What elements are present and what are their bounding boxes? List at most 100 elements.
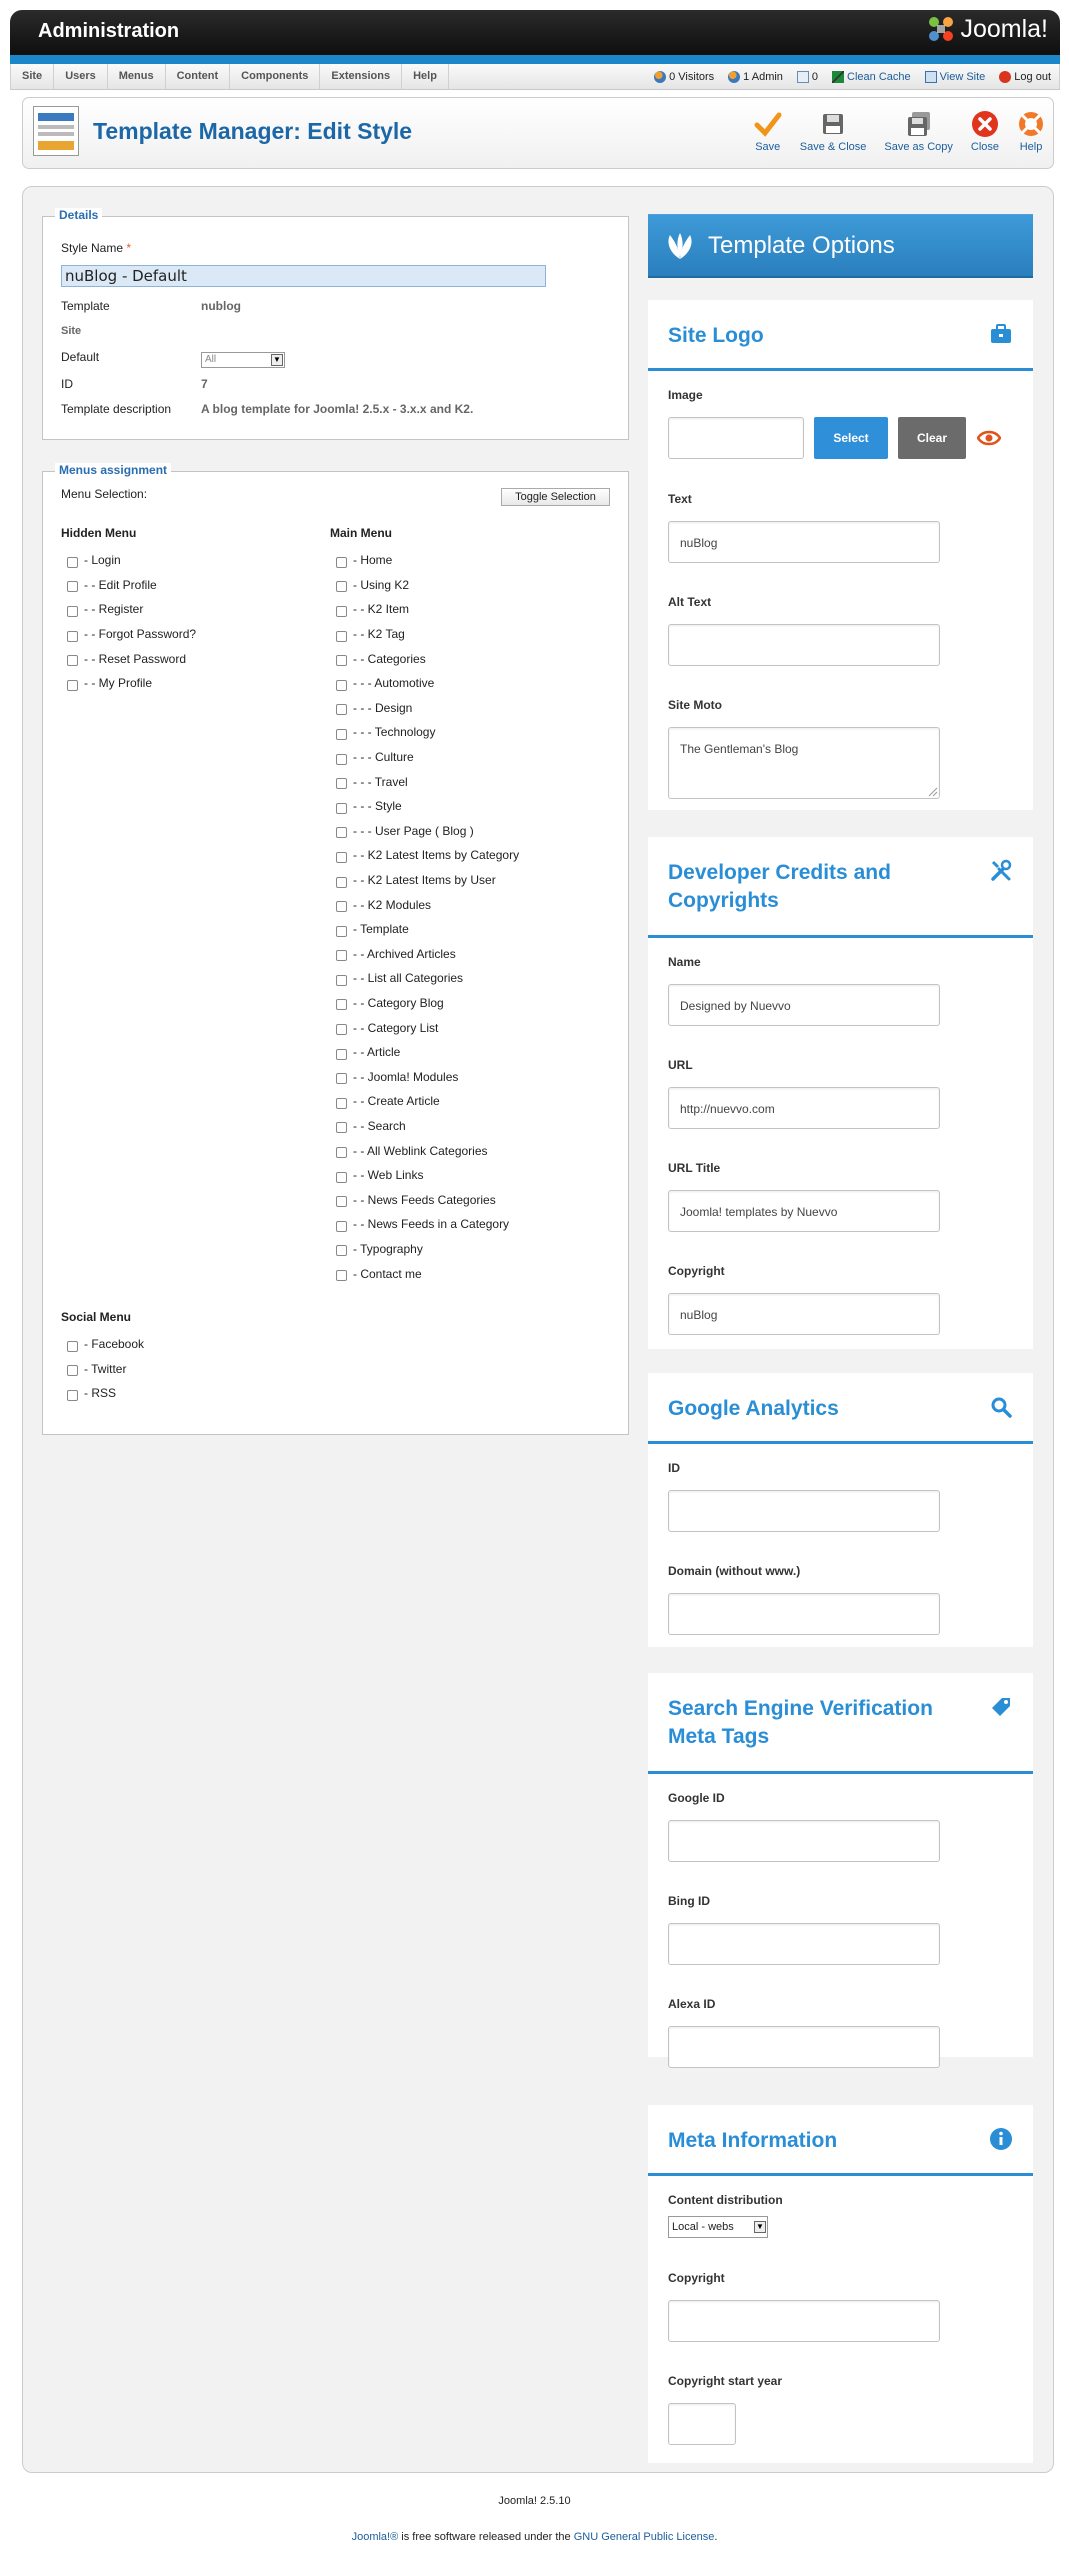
checkbox[interactable] — [336, 950, 347, 962]
main-menu-item[interactable]: - - News Feeds in a Category — [330, 1212, 620, 1237]
select-image-button[interactable]: Select — [814, 417, 888, 459]
clean-cache-link[interactable]: Clean Cache — [832, 70, 911, 83]
checkbox[interactable] — [336, 925, 347, 937]
google-id-input[interactable] — [668, 1820, 940, 1862]
main-menu-item[interactable]: - - All Weblink Categories — [330, 1138, 620, 1163]
checkbox[interactable] — [336, 974, 347, 986]
checkbox[interactable] — [67, 1365, 78, 1377]
view-site-link[interactable]: View Site — [924, 70, 985, 83]
checkbox[interactable] — [67, 581, 78, 593]
checkbox[interactable] — [336, 679, 347, 691]
site-moto-textarea[interactable]: The Gentleman's Blog — [668, 727, 940, 799]
save-copy-button[interactable]: Save as Copy — [884, 110, 953, 153]
main-menu-item[interactable]: - Template — [330, 917, 620, 942]
main-menu-item[interactable]: - - K2 Item — [330, 597, 620, 622]
main-menu-item[interactable]: - - - Style — [330, 794, 620, 819]
checkbox[interactable] — [336, 1122, 347, 1134]
hidden-menu-item[interactable]: - - My Profile — [61, 671, 311, 696]
checkbox[interactable] — [336, 655, 347, 667]
copyright-input[interactable]: nuBlog — [668, 1293, 940, 1335]
logout-link[interactable]: Log out — [999, 70, 1051, 83]
joomla-logo[interactable]: Joomla! — [926, 14, 1048, 44]
checkbox[interactable] — [336, 999, 347, 1011]
checkbox[interactable] — [336, 728, 347, 740]
image-input[interactable] — [668, 417, 804, 459]
alexa-id-input[interactable] — [668, 2026, 940, 2068]
checkbox[interactable] — [336, 630, 347, 642]
clear-image-button[interactable]: Clear — [898, 417, 966, 459]
checkbox[interactable] — [336, 901, 347, 913]
checkbox[interactable] — [336, 581, 347, 593]
menu-content[interactable]: Content — [166, 64, 231, 89]
social-menu-item[interactable]: - Facebook — [61, 1332, 311, 1357]
save-close-button[interactable]: Save & Close — [800, 110, 866, 153]
analytics-id-input[interactable] — [668, 1490, 940, 1532]
main-menu-item[interactable]: - - - Design — [330, 696, 620, 721]
checkbox[interactable] — [336, 1048, 347, 1060]
main-menu-item[interactable]: - - K2 Modules — [330, 892, 620, 917]
menu-components[interactable]: Components — [230, 64, 321, 89]
checkbox[interactable] — [336, 605, 347, 617]
checkbox[interactable] — [336, 753, 347, 765]
checkbox[interactable] — [336, 1171, 347, 1183]
checkbox[interactable] — [336, 1147, 347, 1159]
eye-icon[interactable] — [977, 429, 1001, 447]
checkbox[interactable] — [336, 851, 347, 863]
joomla-link[interactable]: Joomla!® — [352, 2531, 399, 2543]
url-title-input[interactable]: Joomla! templates by Nuevvo — [668, 1190, 940, 1232]
checkbox[interactable] — [336, 1024, 347, 1036]
copyright-year-input[interactable] — [668, 2403, 736, 2445]
menu-users[interactable]: Users — [54, 64, 108, 89]
main-menu-item[interactable]: - - Web Links — [330, 1163, 620, 1188]
save-button[interactable]: Save — [754, 110, 782, 153]
main-menu-item[interactable]: - - K2 Latest Items by User — [330, 868, 620, 893]
checkbox[interactable] — [336, 1196, 347, 1208]
checkbox[interactable] — [67, 605, 78, 617]
main-menu-item[interactable]: - - K2 Latest Items by Category — [330, 843, 620, 868]
default-select[interactable]: All ▼ — [201, 352, 285, 368]
toggle-selection-button[interactable]: Toggle Selection — [501, 488, 610, 506]
checkbox[interactable] — [336, 704, 347, 716]
main-menu-item[interactable]: - - - Automotive — [330, 671, 620, 696]
hidden-menu-item[interactable]: - - Edit Profile — [61, 573, 311, 598]
developer-url-input[interactable]: http://nuevvo.com — [668, 1087, 940, 1129]
menu-help[interactable]: Help — [402, 64, 449, 89]
checkbox[interactable] — [336, 556, 347, 568]
checkbox[interactable] — [336, 1073, 347, 1085]
checkbox[interactable] — [336, 876, 347, 888]
checkbox[interactable] — [336, 1220, 347, 1232]
main-menu-item[interactable]: - - Search — [330, 1114, 620, 1139]
main-menu-item[interactable]: - - Archived Articles — [330, 942, 620, 967]
hidden-menu-item[interactable]: - Login — [61, 548, 311, 573]
style-name-input[interactable]: nuBlog - Default — [61, 265, 546, 287]
main-menu-item[interactable]: - - Create Article — [330, 1089, 620, 1114]
checkbox[interactable] — [336, 802, 347, 814]
bing-id-input[interactable] — [668, 1923, 940, 1965]
main-menu-item[interactable]: - - - User Page ( Blog ) — [330, 819, 620, 844]
main-menu-item[interactable]: - - Category Blog — [330, 991, 620, 1016]
checkbox[interactable] — [336, 1270, 347, 1282]
social-menu-item[interactable]: - RSS — [61, 1381, 311, 1406]
main-menu-item[interactable]: - - News Feeds Categories — [330, 1187, 620, 1212]
resize-handle-icon[interactable] — [928, 787, 938, 797]
checkbox[interactable] — [67, 1389, 78, 1401]
checkbox[interactable] — [336, 778, 347, 790]
main-menu-item[interactable]: - - - Travel — [330, 769, 620, 794]
checkbox[interactable] — [336, 1097, 347, 1109]
meta-copyright-input[interactable] — [668, 2300, 940, 2342]
menu-site[interactable]: Site — [11, 64, 55, 89]
hidden-menu-item[interactable]: - - Forgot Password? — [61, 622, 311, 647]
checkbox[interactable] — [67, 1340, 78, 1352]
checkbox[interactable] — [67, 679, 78, 691]
checkbox[interactable] — [67, 655, 78, 667]
main-menu-item[interactable]: - - Categories — [330, 646, 620, 671]
domain-input[interactable] — [668, 1593, 940, 1635]
close-button[interactable]: Close — [971, 110, 999, 153]
help-button[interactable]: Help — [1017, 110, 1045, 153]
menu-extensions[interactable]: Extensions — [320, 64, 403, 89]
main-menu-item[interactable]: - - Category List — [330, 1015, 620, 1040]
main-menu-item[interactable]: - - K2 Tag — [330, 622, 620, 647]
checkbox[interactable] — [67, 630, 78, 642]
content-distribution-select[interactable]: Local - webs ▼ — [668, 2216, 768, 2238]
main-menu-item[interactable]: - - - Culture — [330, 745, 620, 770]
